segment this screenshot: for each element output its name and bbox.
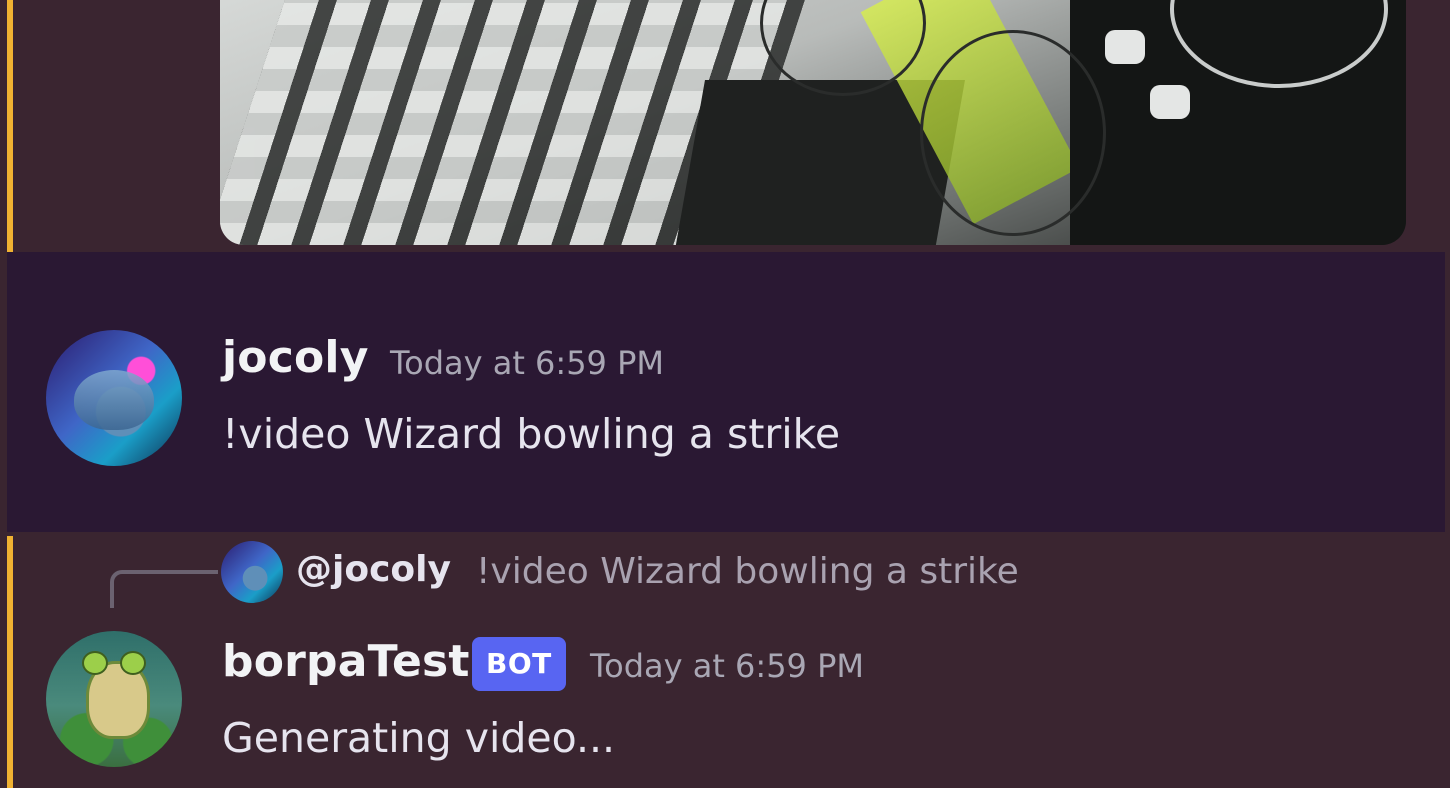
reply-content-preview[interactable]: !video Wizard bowling a strike <box>476 551 1019 592</box>
cat-avatar-icon[interactable] <box>221 541 283 603</box>
frog-eye-shape <box>120 651 146 675</box>
cat-avatar-icon[interactable] <box>46 330 182 466</box>
chat-message-list: jocoly Today at 6:59 PM !video Wizard bo… <box>0 0 1450 788</box>
frog-eye-shape <box>82 651 108 675</box>
attachment-wire-shape <box>920 30 1106 236</box>
message-content: !video Wizard bowling a strike <box>222 410 841 458</box>
bot-badge: BOT <box>472 637 566 691</box>
message-timestamp[interactable]: Today at 6:59 PM <box>390 344 664 382</box>
reply-mention[interactable]: @jocoly <box>296 549 451 590</box>
message-username[interactable]: borpaTest <box>222 636 470 687</box>
video-attachment-image[interactable] <box>220 0 1406 245</box>
message-timestamp[interactable]: Today at 6:59 PM <box>590 647 864 685</box>
attachment-button-shape <box>1150 85 1190 119</box>
message-content: Generating video... <box>222 714 616 762</box>
user-message[interactable]: jocoly Today at 6:59 PM !video Wizard bo… <box>7 252 1445 532</box>
mention-highlight-bar <box>7 0 13 252</box>
reply-connector-line <box>110 570 218 608</box>
message-username[interactable]: jocoly <box>222 332 369 383</box>
previous-message <box>0 0 1450 252</box>
frog-avatar-icon[interactable] <box>46 631 182 767</box>
mention-highlight-bar <box>7 536 13 788</box>
attachment-button-shape <box>1105 30 1145 64</box>
